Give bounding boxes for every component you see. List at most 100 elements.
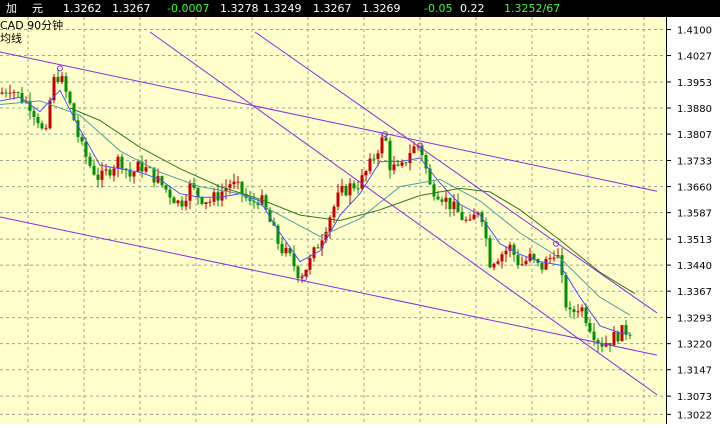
candle-body-24 — [96, 174, 100, 180]
y-tick-label-14: 1.3073 — [677, 392, 712, 403]
quote-open: 1.3262 — [63, 2, 102, 15]
candle-body-154 — [616, 331, 620, 342]
trendline-1 — [0, 216, 658, 356]
candle-body-78 — [312, 247, 316, 259]
candle-body-33 — [132, 172, 136, 177]
candle-body-26 — [104, 169, 108, 171]
candle-body-34 — [136, 161, 140, 173]
quote-spread: 1.3252/67 — [504, 2, 561, 15]
candle-body-57 — [228, 184, 232, 188]
candle-body-59 — [236, 181, 240, 183]
candle-body-148 — [592, 331, 596, 341]
candle-body-22 — [88, 156, 92, 166]
candle-body-117 — [468, 219, 472, 221]
candle-body-60 — [240, 181, 244, 194]
candle-body-36 — [144, 167, 148, 172]
candle-body-8 — [32, 110, 36, 118]
candle-body-0 — [0, 92, 4, 94]
quote-vol: 0.22 — [460, 2, 485, 15]
quote-change: -0.0007 — [167, 2, 210, 15]
candle-body-99 — [396, 164, 400, 166]
candle-body-1 — [4, 92, 8, 94]
candle-body-17 — [68, 91, 72, 104]
candle-body-128 — [512, 244, 516, 255]
candle-body-108 — [432, 184, 436, 197]
candle-body-20 — [80, 136, 84, 142]
quote-bar: 加 元 1.3262 1.3267 -0.0007 1.3278 1.3249 … — [0, 0, 720, 17]
symbol-label-2: 元 — [32, 2, 43, 15]
y-tick-label-15: 1.3022 — [677, 410, 712, 421]
candle-body-55 — [220, 191, 224, 201]
quote-high: 1.3278 — [220, 2, 259, 15]
moving-average-ma_short — [0, 89, 630, 334]
candle-body-92 — [368, 158, 372, 172]
candle-body-11 — [44, 128, 48, 130]
candle-body-70 — [280, 243, 284, 254]
candle-body-44 — [176, 200, 180, 204]
candle-body-52 — [208, 201, 212, 203]
candle-body-122 — [488, 238, 492, 268]
candle-body-49 — [196, 187, 200, 198]
quote-pct: -0.05 — [424, 2, 453, 15]
candle-body-91 — [364, 171, 368, 176]
candle-body-58 — [232, 181, 236, 185]
y-tick-label-3: 1.3880 — [677, 104, 712, 115]
candle-body-23 — [92, 165, 96, 175]
quote-bid: 1.3269 — [362, 2, 401, 15]
candle-body-51 — [204, 202, 208, 204]
trendline-0 — [0, 51, 658, 192]
chart-plot-area[interactable] — [0, 17, 666, 424]
candle-body-141 — [564, 274, 568, 308]
y-tick-label-8: 1.3513 — [677, 235, 712, 246]
candle-body-113 — [452, 201, 456, 210]
candle-body-74 — [296, 266, 300, 279]
candle-body-88 — [352, 183, 356, 189]
candle-body-87 — [348, 183, 352, 196]
candle-body-83 — [332, 206, 336, 218]
candle-body-85 — [340, 185, 344, 193]
candle-body-50 — [200, 197, 204, 204]
candle-body-109 — [436, 196, 440, 200]
candle-body-84 — [336, 192, 340, 207]
candle-body-116 — [464, 219, 468, 221]
candle-body-137 — [548, 258, 552, 260]
candle-body-157 — [628, 334, 632, 336]
candle-body-86 — [344, 185, 348, 196]
candle-body-3 — [12, 92, 16, 94]
candle-body-102 — [408, 153, 412, 164]
chart-symbol-period: CAD 90分钟 — [0, 19, 64, 32]
candle-body-146 — [584, 307, 588, 324]
candle-body-135 — [540, 262, 544, 270]
price-axis[interactable]: 1.4100 1.4027 1.3953 1.3880 1.3807 1.3733 1.36… — [666, 17, 720, 424]
y-tick-label-12: 1.3220 — [677, 340, 712, 351]
trendline-2 — [149, 31, 658, 396]
quote-prev: 1.3267 — [112, 2, 151, 15]
symbol-label-1: 加 — [6, 2, 17, 15]
candle-body-45 — [180, 200, 184, 207]
candle-body-42 — [168, 189, 172, 198]
candle-body-46 — [184, 200, 188, 207]
candle-body-96 — [384, 137, 388, 141]
candle-body-133 — [532, 253, 536, 260]
chart-window: 加 元 1.3262 1.3267 -0.0007 1.3278 1.3249 … — [0, 0, 720, 424]
quote-last: 1.3267 — [313, 2, 352, 15]
candle-body-27 — [108, 169, 112, 176]
y-tick-label-11: 1.3293 — [677, 314, 712, 325]
candle-body-138 — [552, 257, 556, 259]
candle-body-4 — [16, 92, 20, 94]
candle-body-153 — [612, 331, 616, 346]
trendline-anchor-0 — [57, 65, 63, 72]
candle-body-145 — [580, 307, 584, 312]
y-tick-label-9: 1.3440 — [677, 261, 712, 272]
candle-body-98 — [392, 164, 396, 171]
candle-body-94 — [376, 153, 380, 159]
candle-body-111 — [444, 197, 448, 202]
candle-body-77 — [308, 258, 312, 270]
chart-title: CAD 90分钟 均线 — [0, 19, 63, 45]
candle-body-136 — [544, 259, 548, 270]
candles — [0, 68, 632, 353]
candlestick-chart[interactable] — [0, 17, 666, 424]
candle-body-115 — [460, 212, 464, 221]
trendline-3 — [254, 31, 658, 314]
candle-body-125 — [500, 254, 504, 262]
